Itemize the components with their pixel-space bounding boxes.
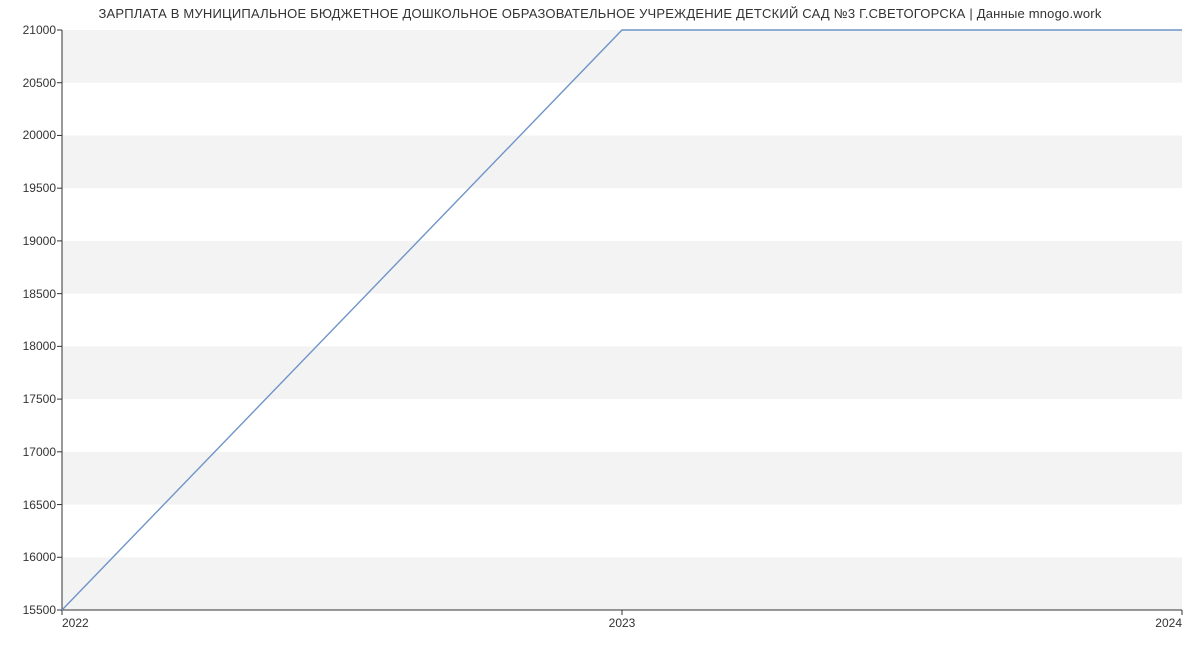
- chart-container: ЗАРПЛАТА В МУНИЦИПАЛЬНОЕ БЮДЖЕТНОЕ ДОШКО…: [0, 0, 1200, 650]
- y-tick-label: 17000: [23, 445, 56, 459]
- y-tick-label: 20500: [23, 76, 56, 90]
- chart-title: ЗАРПЛАТА В МУНИЦИПАЛЬНОЕ БЮДЖЕТНОЕ ДОШКО…: [0, 6, 1200, 21]
- plot-area: [62, 30, 1182, 610]
- y-tick-label: 15500: [23, 603, 56, 617]
- x-tick-label: 2024: [1155, 616, 1182, 630]
- y-tick-label: 20000: [23, 128, 56, 142]
- y-tick-label: 18500: [23, 287, 56, 301]
- chart-svg: [62, 30, 1182, 610]
- y-tick-label: 16500: [23, 498, 56, 512]
- y-tick-label: 21000: [23, 23, 56, 37]
- y-tick-label: 17500: [23, 392, 56, 406]
- y-tick-label: 19500: [23, 181, 56, 195]
- x-tick-label: 2022: [62, 616, 89, 630]
- y-tick-label: 19000: [23, 234, 56, 248]
- y-tick-label: 18000: [23, 339, 56, 353]
- x-tick-label: 2023: [609, 616, 636, 630]
- y-tick-label: 16000: [23, 550, 56, 564]
